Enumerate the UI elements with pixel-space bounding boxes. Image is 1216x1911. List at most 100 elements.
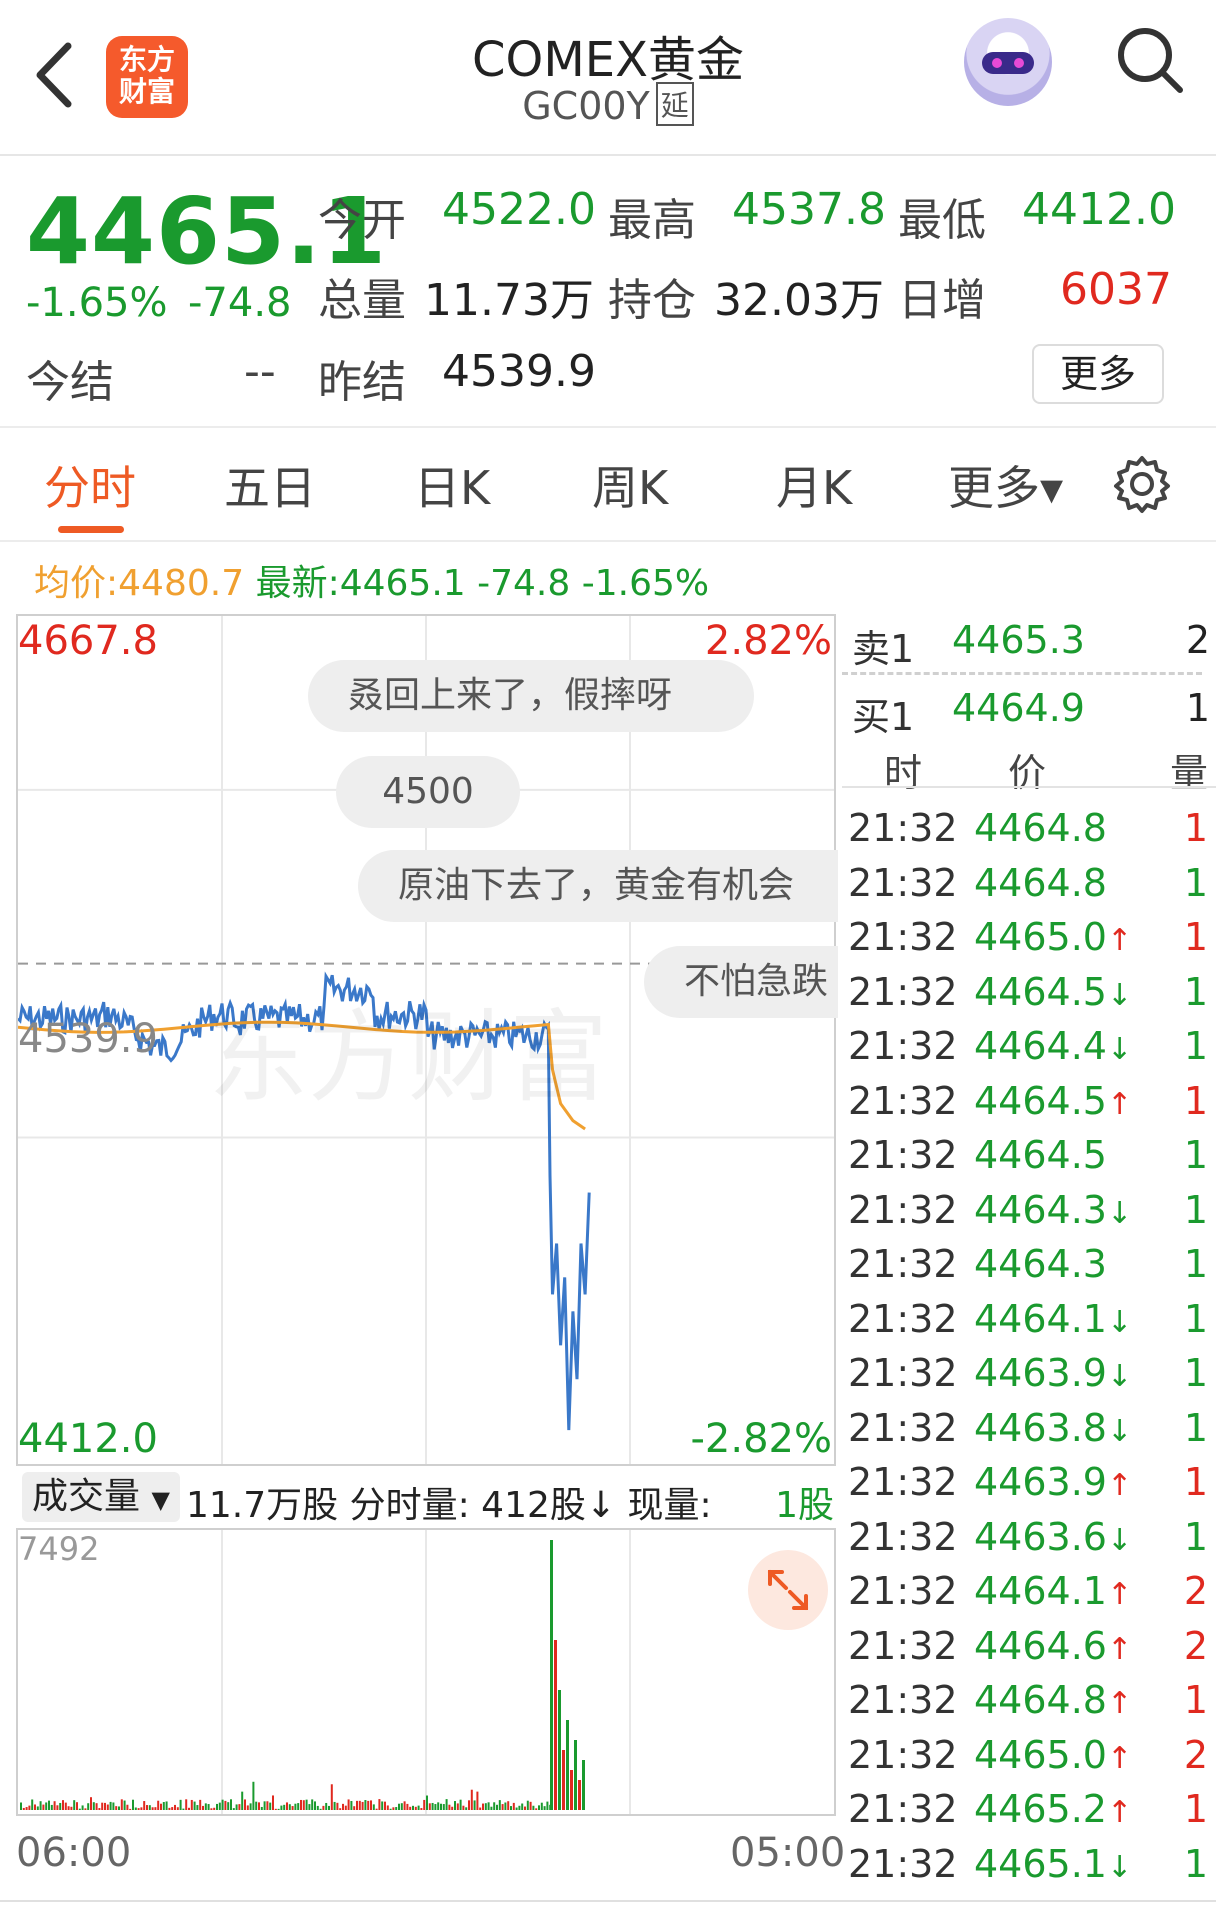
tab-weekly-k[interactable]: 周K <box>592 452 668 518</box>
axis-bottom-pct: -2.82% <box>690 1416 832 1462</box>
volume-bar <box>269 1802 272 1810</box>
trade-row: 21:32 4464.3 1 <box>848 1242 1208 1286</box>
volume-bar <box>22 1807 25 1810</box>
robot-assistant-icon[interactable] <box>964 18 1052 106</box>
volume-bar <box>48 1800 50 1810</box>
volume-bar <box>498 1800 501 1810</box>
divider <box>0 1900 1216 1902</box>
low-label: 最低 <box>898 195 986 246</box>
volume-bar <box>364 1800 367 1810</box>
axis-top-pct: 2.82% <box>704 618 832 664</box>
trade-row: 21:32 4464.4↓ 1 <box>848 1024 1208 1068</box>
divider <box>842 672 1202 675</box>
volume-bar <box>104 1802 106 1810</box>
volume-bar <box>20 1802 22 1810</box>
volume-bar <box>518 1805 521 1810</box>
change-pct: -1.65% <box>26 280 168 326</box>
volume-bar <box>76 1802 78 1810</box>
volume-bar <box>101 1802 104 1810</box>
more-button[interactable]: 更多 <box>1032 344 1164 404</box>
trade-row: 21:32 4463.6↓ 1 <box>848 1514 1208 1559</box>
volume-bar <box>109 1801 112 1810</box>
comment-bubble[interactable]: 4500 <box>336 756 520 828</box>
volume-bar <box>479 1807 482 1810</box>
trade-row: 21:32 4463.9↓ 1 <box>848 1351 1208 1395</box>
volume-bar <box>333 1801 336 1810</box>
volume-bar <box>53 1801 56 1810</box>
volume-bar <box>456 1803 459 1810</box>
volume-bar <box>188 1807 190 1810</box>
volume-bar <box>235 1804 238 1810</box>
tab-intraday[interactable]: 分时 <box>44 452 136 518</box>
volume-bar <box>227 1802 230 1810</box>
volume-bar <box>171 1807 174 1810</box>
volume-bar <box>358 1800 361 1810</box>
intraday-price-chart[interactable]: 东方财富 4667.8 2.82% 4539.9 4412.0 -2.82% 叒… <box>16 614 838 1466</box>
volume-bar <box>84 1808 87 1810</box>
volume-bar <box>280 1805 283 1810</box>
volume-bar <box>132 1799 134 1810</box>
volume-bar <box>437 1802 440 1810</box>
volume-bar <box>249 1803 252 1810</box>
comment-bubble[interactable]: 不怕急跌 <box>644 946 838 1018</box>
volume-chart-svg <box>20 1530 631 1814</box>
volume-bar <box>330 1784 333 1810</box>
settings-gear-icon[interactable] <box>1112 454 1172 514</box>
volume-bar <box>445 1799 448 1810</box>
volume-bar <box>288 1804 291 1810</box>
expand-button[interactable] <box>748 1550 828 1630</box>
tab-monthly-k[interactable]: 月K <box>776 452 852 518</box>
tab-daily-k[interactable]: 日K <box>414 452 490 518</box>
volume-bar <box>375 1808 378 1810</box>
volume-bar <box>36 1806 39 1810</box>
volume-bar <box>64 1802 67 1810</box>
sell-1-row: 卖1 4465.3 2 <box>852 618 1210 671</box>
volume-bar <box>322 1805 325 1810</box>
divider <box>0 540 1216 542</box>
volume-bar <box>92 1802 95 1810</box>
trade-row: 21:32 4464.3↓ 1 <box>848 1187 1208 1232</box>
reference-price: 4539.9 <box>18 1016 158 1062</box>
volume-bar <box>501 1804 504 1810</box>
volume-bar <box>179 1799 182 1810</box>
volume-bar <box>90 1797 92 1810</box>
volume-bar <box>185 1799 188 1810</box>
buy-1-row: 买1 4464.9 1 <box>852 686 1210 739</box>
volume-label: 总量 <box>318 275 406 326</box>
tab-five-day[interactable]: 五日 <box>224 452 316 518</box>
volume-bar <box>442 1804 445 1810</box>
comment-bubble[interactable]: 原油下去了，黄金有机会 <box>358 850 838 922</box>
volume-bar <box>546 1801 549 1810</box>
volume-bar <box>162 1802 165 1810</box>
volume-bar <box>112 1802 115 1810</box>
tab-more[interactable]: 更多▾ <box>948 452 1063 518</box>
volume-bar <box>409 1806 412 1810</box>
volume-bar <box>73 1800 76 1810</box>
volume-bar <box>434 1804 437 1810</box>
volume-bar <box>311 1799 314 1810</box>
search-icon[interactable] <box>1114 24 1186 96</box>
volume-value: 11.73万 <box>424 275 594 326</box>
volume-bar <box>190 1799 193 1810</box>
indicator-selector[interactable]: 成交量 ▼ <box>22 1472 180 1522</box>
volume-bar <box>507 1801 510 1810</box>
volume-bar <box>255 1801 258 1810</box>
volume-bar <box>316 1805 319 1810</box>
volume-bar <box>470 1789 473 1810</box>
volume-bar <box>193 1801 196 1810</box>
open-value: 4522.0 <box>442 184 596 235</box>
volume-bar <box>515 1807 518 1810</box>
volume-bar <box>174 1804 176 1810</box>
volume-bar <box>570 1770 573 1810</box>
volume-bar <box>118 1806 120 1810</box>
volume-bar <box>384 1801 386 1810</box>
comment-bubble[interactable]: 叒回上来了，假摔呀 <box>308 660 754 732</box>
volume-bar <box>143 1801 146 1810</box>
divider <box>0 426 1216 428</box>
volume-chart[interactable]: 7492 <box>16 1528 836 1816</box>
volume-bar <box>451 1806 454 1810</box>
volume-bar <box>350 1800 353 1810</box>
volume-bar <box>258 1802 260 1810</box>
trade-row: 21:32 4465.1↓ 1 <box>848 1841 1208 1886</box>
volume-bar <box>370 1800 372 1810</box>
